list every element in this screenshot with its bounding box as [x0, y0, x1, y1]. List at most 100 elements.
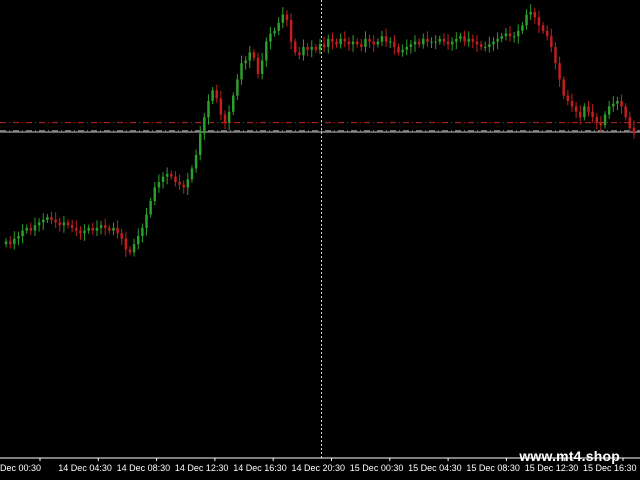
candle-body: [463, 36, 466, 42]
candle-body: [293, 41, 297, 53]
candle-body: [397, 47, 400, 53]
candle: [459, 32, 462, 43]
candle-body: [380, 36, 384, 42]
candle: [541, 22, 545, 35]
candle-body: [339, 38, 342, 45]
candle-body: [128, 249, 132, 253]
candle: [8, 236, 12, 249]
candle: [545, 25, 549, 41]
time-axis-label: Dec 00:30: [0, 463, 41, 473]
candle-body: [587, 106, 590, 112]
time-axis-label: 15 Dec 00:30: [350, 463, 404, 473]
candle: [103, 218, 107, 236]
candle-body: [434, 41, 437, 43]
candle: [347, 37, 351, 51]
candle-body: [442, 38, 446, 42]
candle-body: [223, 114, 227, 123]
candle-body: [137, 236, 140, 245]
candle: [591, 104, 594, 123]
candle: [595, 112, 598, 130]
candle-body: [190, 168, 194, 180]
candle: [620, 94, 623, 114]
candle: [335, 38, 338, 48]
candle-body: [620, 101, 623, 107]
candle: [426, 31, 429, 47]
candle: [393, 35, 396, 55]
candle: [124, 232, 128, 258]
candle: [467, 31, 470, 47]
time-axis-label: 15 Dec 08:30: [466, 463, 520, 473]
candle: [120, 228, 123, 246]
candle-body: [186, 179, 190, 188]
candle-body: [612, 103, 615, 107]
candle: [566, 90, 570, 106]
candle-body: [529, 11, 532, 15]
candle: [483, 41, 487, 52]
candle: [413, 35, 417, 52]
candle: [207, 94, 210, 125]
candle: [54, 212, 57, 228]
candle: [512, 31, 516, 43]
candle: [438, 35, 442, 45]
candle-body: [595, 117, 598, 123]
candle-body: [343, 38, 347, 42]
time-axis-label: 15 Dec 04:30: [408, 463, 462, 473]
candle-body: [240, 63, 243, 80]
candle: [50, 211, 53, 225]
candle-body: [335, 41, 338, 45]
candle-body: [471, 38, 475, 42]
candle-body: [322, 44, 326, 47]
candle: [388, 37, 392, 49]
candle: [492, 37, 495, 51]
candle-body: [545, 30, 549, 37]
candle: [521, 22, 524, 35]
candle: [281, 7, 285, 29]
candle-body: [517, 30, 520, 37]
candle-body: [500, 36, 503, 39]
candle-body: [459, 36, 462, 39]
candle: [112, 222, 115, 235]
candle: [314, 43, 318, 53]
candle-body: [430, 41, 433, 43]
candle: [161, 172, 165, 189]
candle-body: [591, 111, 594, 118]
candle-body: [475, 41, 479, 45]
candle-body: [632, 128, 636, 134]
candle-body: [409, 44, 413, 47]
candle: [46, 213, 49, 224]
candle: [145, 207, 148, 236]
candle-body: [33, 225, 37, 231]
candle-body: [46, 217, 49, 220]
candle-body: [455, 38, 458, 42]
candle-body: [327, 38, 330, 47]
time-axis-label: 14 Dec 12:30: [175, 463, 229, 473]
candle-body: [145, 214, 148, 228]
candle-body: [207, 101, 210, 118]
candle: [153, 182, 157, 206]
candle: [331, 32, 334, 50]
candle-body: [426, 38, 429, 42]
candle-body: [628, 117, 632, 128]
candle-body: [273, 30, 276, 34]
candle: [298, 47, 301, 60]
candle-body: [446, 41, 450, 45]
candle: [550, 28, 553, 53]
chart-canvas[interactable]: Dec 00:30 14 Dec 04:30 14 Dec 08:30 14 Dec …: [0, 0, 640, 480]
candle: [157, 174, 161, 193]
candle-body: [153, 187, 157, 201]
candle-body: [479, 44, 483, 47]
candle-body: [87, 227, 90, 231]
time-axis-label: 14 Dec 20:30: [292, 463, 346, 473]
candle-body: [483, 47, 487, 48]
candle-body: [50, 217, 53, 220]
candle: [380, 30, 384, 46]
price-chart[interactable]: Dec 00:30 14 Dec 04:30 14 Dec 08:30 14 Dec …: [0, 0, 640, 480]
candle: [504, 28, 508, 41]
candle: [339, 33, 342, 49]
candle-body: [578, 111, 582, 118]
candle: [434, 35, 437, 50]
candle-body: [79, 230, 82, 234]
time-axis-label: 15 Dec 12:30: [525, 463, 579, 473]
candle: [215, 84, 218, 103]
candle-body: [17, 236, 20, 239]
